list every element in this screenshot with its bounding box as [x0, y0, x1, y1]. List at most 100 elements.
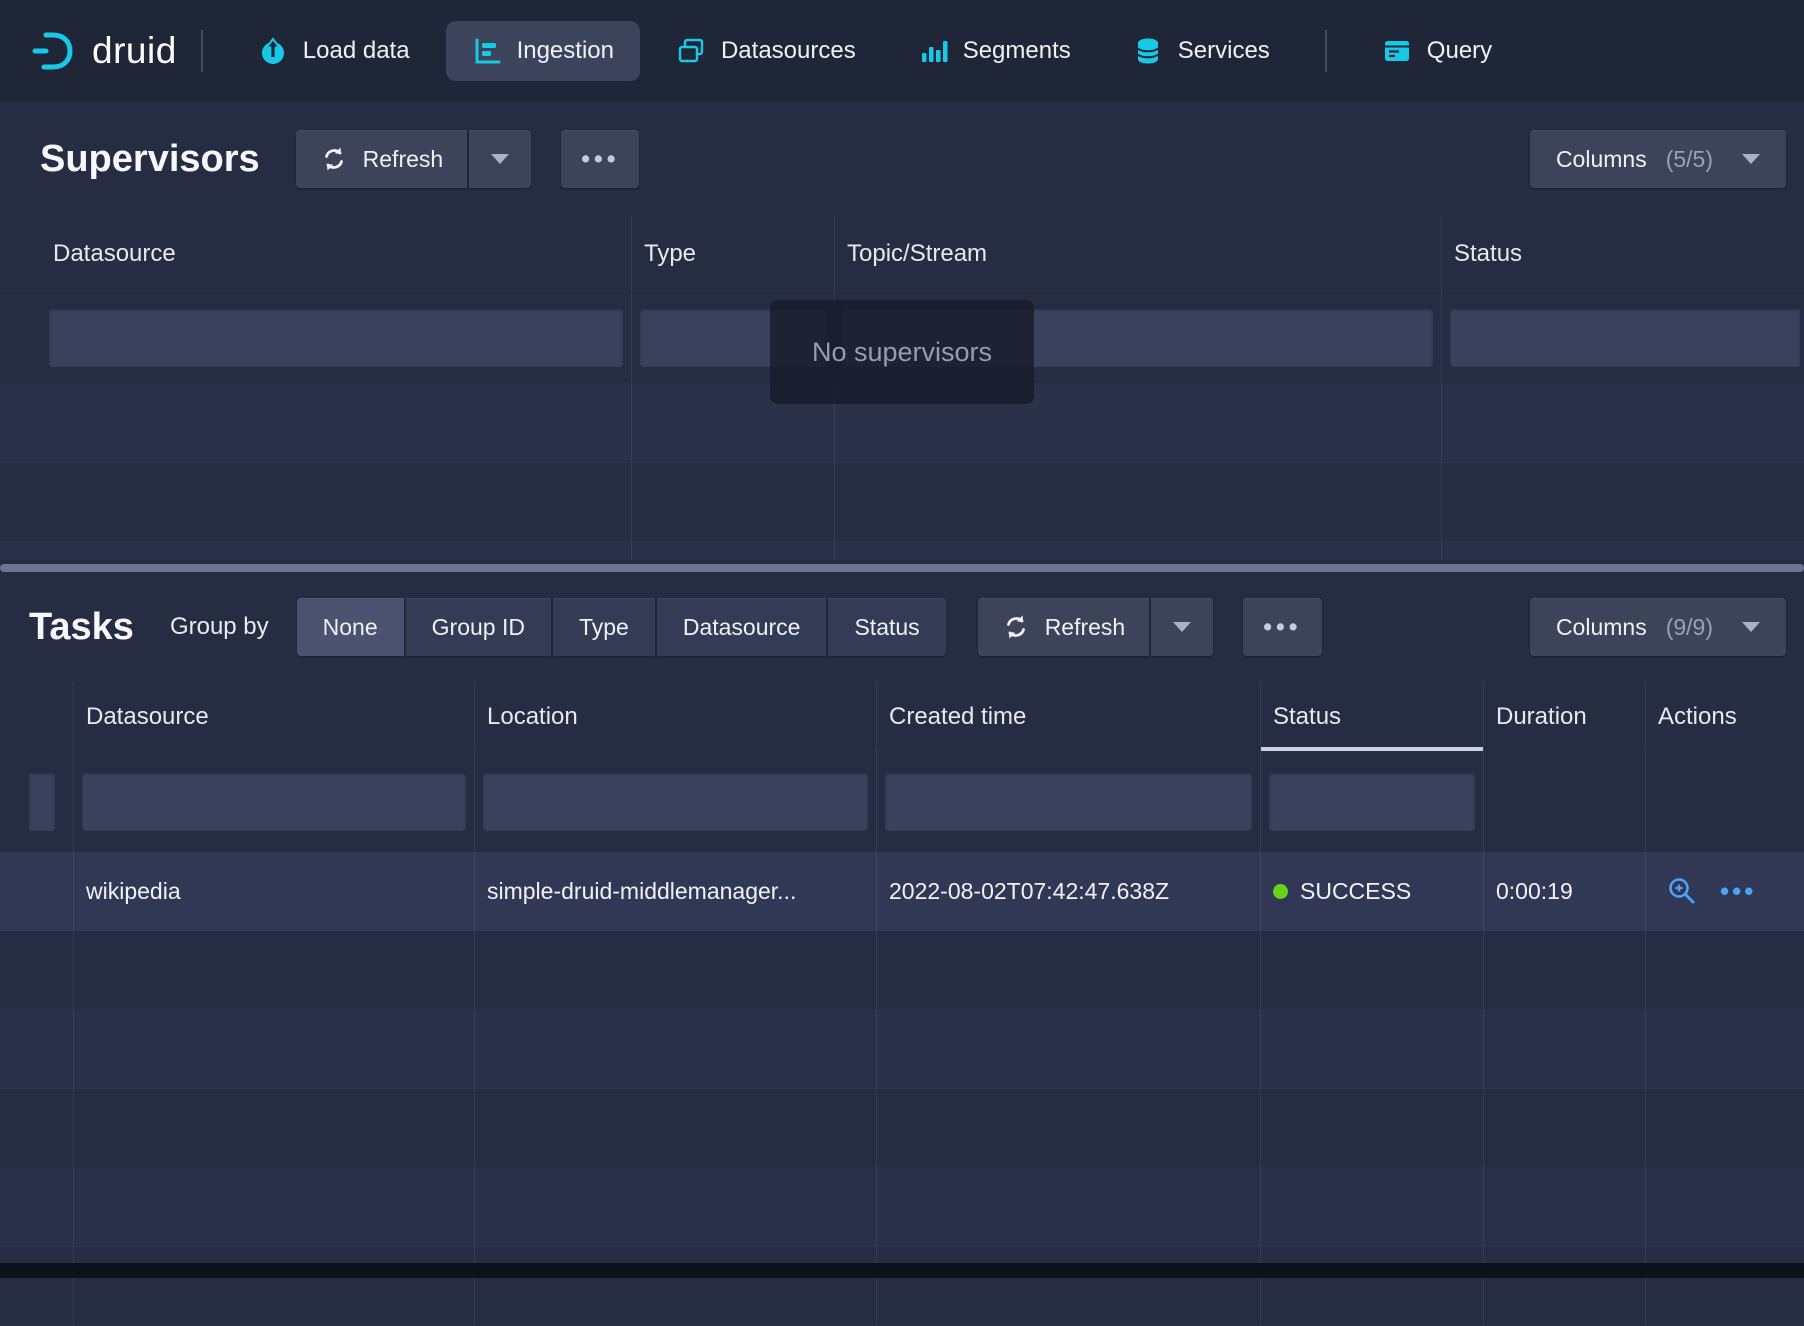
- tasks-refresh-split: Refresh: [978, 598, 1214, 656]
- nav-item-label: Query: [1427, 37, 1492, 65]
- tasks-filter-row: [0, 752, 1804, 852]
- table-cell: [41, 292, 632, 383]
- group-by-label: Group by: [170, 613, 269, 641]
- query-icon: [1382, 36, 1412, 66]
- chevron-down-icon: [1742, 622, 1760, 632]
- success-status-dot-icon: [1273, 884, 1288, 899]
- supervisors-header-row: Datasource Type Topic/Stream Status: [0, 216, 1804, 292]
- supervisors-filter-datasource[interactable]: [49, 309, 623, 367]
- group-by-datasource-button[interactable]: Datasource: [657, 598, 827, 656]
- tasks-filter-datasource[interactable]: [82, 773, 466, 831]
- column-header-hidden: [29, 682, 74, 751]
- table-row: [0, 463, 1804, 542]
- nav-query[interactable]: Query: [1356, 21, 1518, 81]
- top-navigation: druid Load data Ingestion Datasources: [0, 0, 1804, 102]
- tasks-filter-location[interactable]: [483, 773, 868, 831]
- supervisors-refresh-split: Refresh: [296, 130, 532, 188]
- tasks-refresh-caret-button[interactable]: [1151, 598, 1213, 656]
- columns-count: (5/5): [1666, 146, 1713, 173]
- supervisors-toolbar: Supervisors Refresh ••• Columns (5/5): [0, 102, 1804, 216]
- table-cell: [1261, 752, 1484, 851]
- tasks-filter-created-time[interactable]: [885, 773, 1252, 831]
- refresh-label: Refresh: [363, 146, 444, 173]
- table-row: [0, 1247, 1804, 1326]
- task-created-time-cell: 2022-08-02T07:42:47.638Z: [877, 852, 1261, 930]
- tasks-columns-button[interactable]: Columns (9/9): [1530, 598, 1786, 656]
- magnifier-plus-icon: [1666, 875, 1698, 907]
- chevron-down-icon: [491, 154, 509, 164]
- bottom-scrollbar-track[interactable]: [0, 1263, 1804, 1278]
- refresh-label: Refresh: [1045, 614, 1126, 641]
- table-cell: [1646, 752, 1804, 851]
- tasks-title: Tasks: [29, 606, 134, 649]
- group-by-status-button[interactable]: Status: [828, 598, 945, 656]
- tasks-toolbar: Tasks Group by None Group ID Type Dataso…: [0, 576, 1804, 682]
- column-header-location[interactable]: Location: [475, 682, 877, 751]
- nav-services[interactable]: Services: [1107, 21, 1296, 81]
- status-badge: SUCCESS: [1300, 878, 1411, 905]
- task-status-cell: SUCCESS: [1261, 852, 1484, 930]
- group-by-type-button[interactable]: Type: [553, 598, 655, 656]
- column-header-status[interactable]: Status: [1261, 682, 1484, 751]
- upload-icon: [258, 36, 288, 66]
- table-cell: [74, 752, 475, 851]
- task-datasource-cell: wikipedia: [74, 852, 475, 930]
- table-row: [0, 542, 1804, 560]
- supervisors-columns-button[interactable]: Columns (5/5): [1530, 130, 1786, 188]
- column-header-datasource[interactable]: Datasource: [41, 216, 632, 291]
- supervisors-table: Datasource Type Topic/Stream Status No s…: [0, 216, 1804, 560]
- table-cell: [877, 752, 1261, 851]
- supervisors-title: Supervisors: [40, 138, 260, 181]
- chevron-down-icon: [1742, 154, 1760, 164]
- supervisors-filter-status[interactable]: [1450, 309, 1800, 367]
- tasks-section: Tasks Group by None Group ID Type Dataso…: [0, 576, 1804, 1326]
- column-header-duration[interactable]: Duration: [1484, 682, 1646, 751]
- supervisors-more-button[interactable]: •••: [561, 130, 639, 188]
- nav-load-data[interactable]: Load data: [232, 21, 436, 81]
- tasks-header-row: Datasource Location Created time Status …: [0, 682, 1804, 752]
- tasks-more-button[interactable]: •••: [1243, 598, 1321, 656]
- group-by-group-id-button[interactable]: Group ID: [406, 598, 551, 656]
- table-row: [0, 1168, 1804, 1247]
- task-row-wikipedia[interactable]: wikipedia simple-druid-middlemanager... …: [0, 852, 1804, 931]
- table-cell: [29, 752, 74, 851]
- column-header-actions[interactable]: Actions: [1646, 682, 1804, 751]
- column-header-type[interactable]: Type: [632, 216, 835, 291]
- horizontal-scrollbar[interactable]: [0, 564, 1804, 572]
- nav-datasources[interactable]: Datasources: [650, 21, 882, 81]
- task-actions-more-button[interactable]: •••: [1720, 876, 1756, 907]
- nav-item-label: Segments: [963, 37, 1071, 65]
- column-header-datasource[interactable]: Datasource: [74, 682, 475, 751]
- refresh-icon: [320, 145, 348, 173]
- tasks-filter-status[interactable]: [1269, 773, 1475, 831]
- nav-item-label: Datasources: [721, 37, 856, 65]
- tasks-filter-hidden-column[interactable]: [29, 773, 55, 831]
- group-by-none-button[interactable]: None: [297, 598, 404, 656]
- tasks-table: Datasource Location Created time Status …: [0, 682, 1804, 1326]
- columns-count: (9/9): [1666, 614, 1713, 641]
- nav-item-label: Ingestion: [517, 37, 614, 65]
- more-icon: •••: [581, 147, 619, 172]
- task-actions-cell: •••: [1646, 852, 1804, 930]
- supervisors-section: Supervisors Refresh ••• Columns (5/5): [0, 102, 1804, 560]
- nav-segments[interactable]: Segments: [892, 21, 1097, 81]
- chevron-down-icon: [1173, 622, 1191, 632]
- supervisors-refresh-button[interactable]: Refresh: [296, 130, 468, 188]
- ingestion-icon: [472, 36, 502, 66]
- druid-logo-icon: [30, 28, 76, 74]
- nav-ingestion[interactable]: Ingestion: [446, 21, 640, 81]
- column-header-status[interactable]: Status: [1442, 216, 1804, 291]
- column-header-created-time[interactable]: Created time: [877, 682, 1261, 751]
- task-detail-button[interactable]: [1666, 875, 1698, 907]
- more-icon: •••: [1263, 615, 1301, 640]
- more-icon: •••: [1720, 876, 1756, 907]
- tasks-refresh-button[interactable]: Refresh: [978, 598, 1150, 656]
- druid-logo[interactable]: druid: [30, 28, 177, 74]
- supervisors-refresh-caret-button[interactable]: [469, 130, 531, 188]
- table-cell: [1442, 292, 1804, 383]
- column-header-topic-stream[interactable]: Topic/Stream: [835, 216, 1442, 291]
- table-cell: [1484, 752, 1646, 851]
- brand-text: druid: [92, 30, 177, 72]
- columns-label: Columns: [1556, 146, 1647, 173]
- table-cell: [475, 752, 877, 851]
